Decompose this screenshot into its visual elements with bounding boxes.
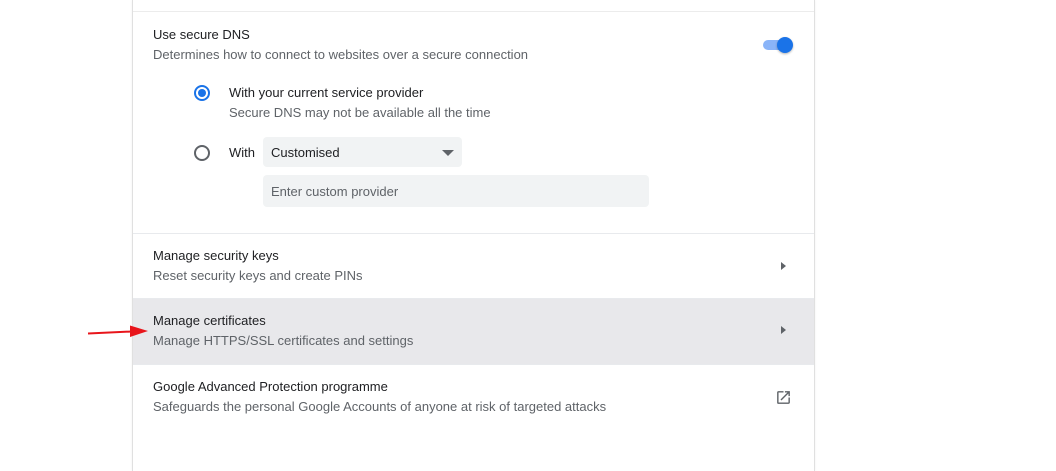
- radio-custom-provider[interactable]: [194, 145, 210, 161]
- radio-current-provider[interactable]: [194, 85, 210, 101]
- with-label: With: [229, 145, 255, 160]
- row-title: Manage security keys: [153, 248, 279, 263]
- row-subtitle: Reset security keys and create PINs: [153, 268, 363, 283]
- row-manage-certificates[interactable]: Manage certificates Manage HTTPS/SSL cer…: [133, 299, 814, 364]
- settings-card: Use secure DNS Determines how to connect…: [132, 0, 815, 471]
- current-provider-sublabel: Secure DNS may not be available all the …: [229, 105, 491, 120]
- row-title: Google Advanced Protection programme: [153, 379, 388, 394]
- secure-dns-toggle[interactable]: [762, 36, 796, 54]
- provider-dropdown-value: Customised: [271, 145, 340, 160]
- toggle-knob: [777, 37, 793, 53]
- row-manage-security-keys[interactable]: Manage security keys Reset security keys…: [133, 234, 814, 298]
- row-subtitle: Safeguards the personal Google Accounts …: [153, 399, 607, 414]
- chevron-down-icon: [442, 150, 454, 156]
- top-divider: [133, 11, 814, 12]
- open-in-new-icon[interactable]: [775, 389, 792, 406]
- secure-dns-description: Determines how to connect to websites ov…: [153, 47, 529, 62]
- arrow-right-icon: [781, 326, 786, 334]
- row-advanced-protection[interactable]: Google Advanced Protection programme Saf…: [133, 365, 814, 429]
- annotation-arrow-icon: [87, 325, 148, 337]
- row-title: Manage certificates: [153, 313, 266, 328]
- custom-provider-input[interactable]: [263, 175, 649, 207]
- row-subtitle: Manage HTTPS/SSL certificates and settin…: [153, 333, 414, 348]
- provider-dropdown[interactable]: Customised: [263, 137, 462, 167]
- secure-dns-title: Use secure DNS: [153, 27, 250, 42]
- arrow-right-icon: [781, 262, 786, 270]
- current-provider-label: With your current service provider: [229, 85, 424, 100]
